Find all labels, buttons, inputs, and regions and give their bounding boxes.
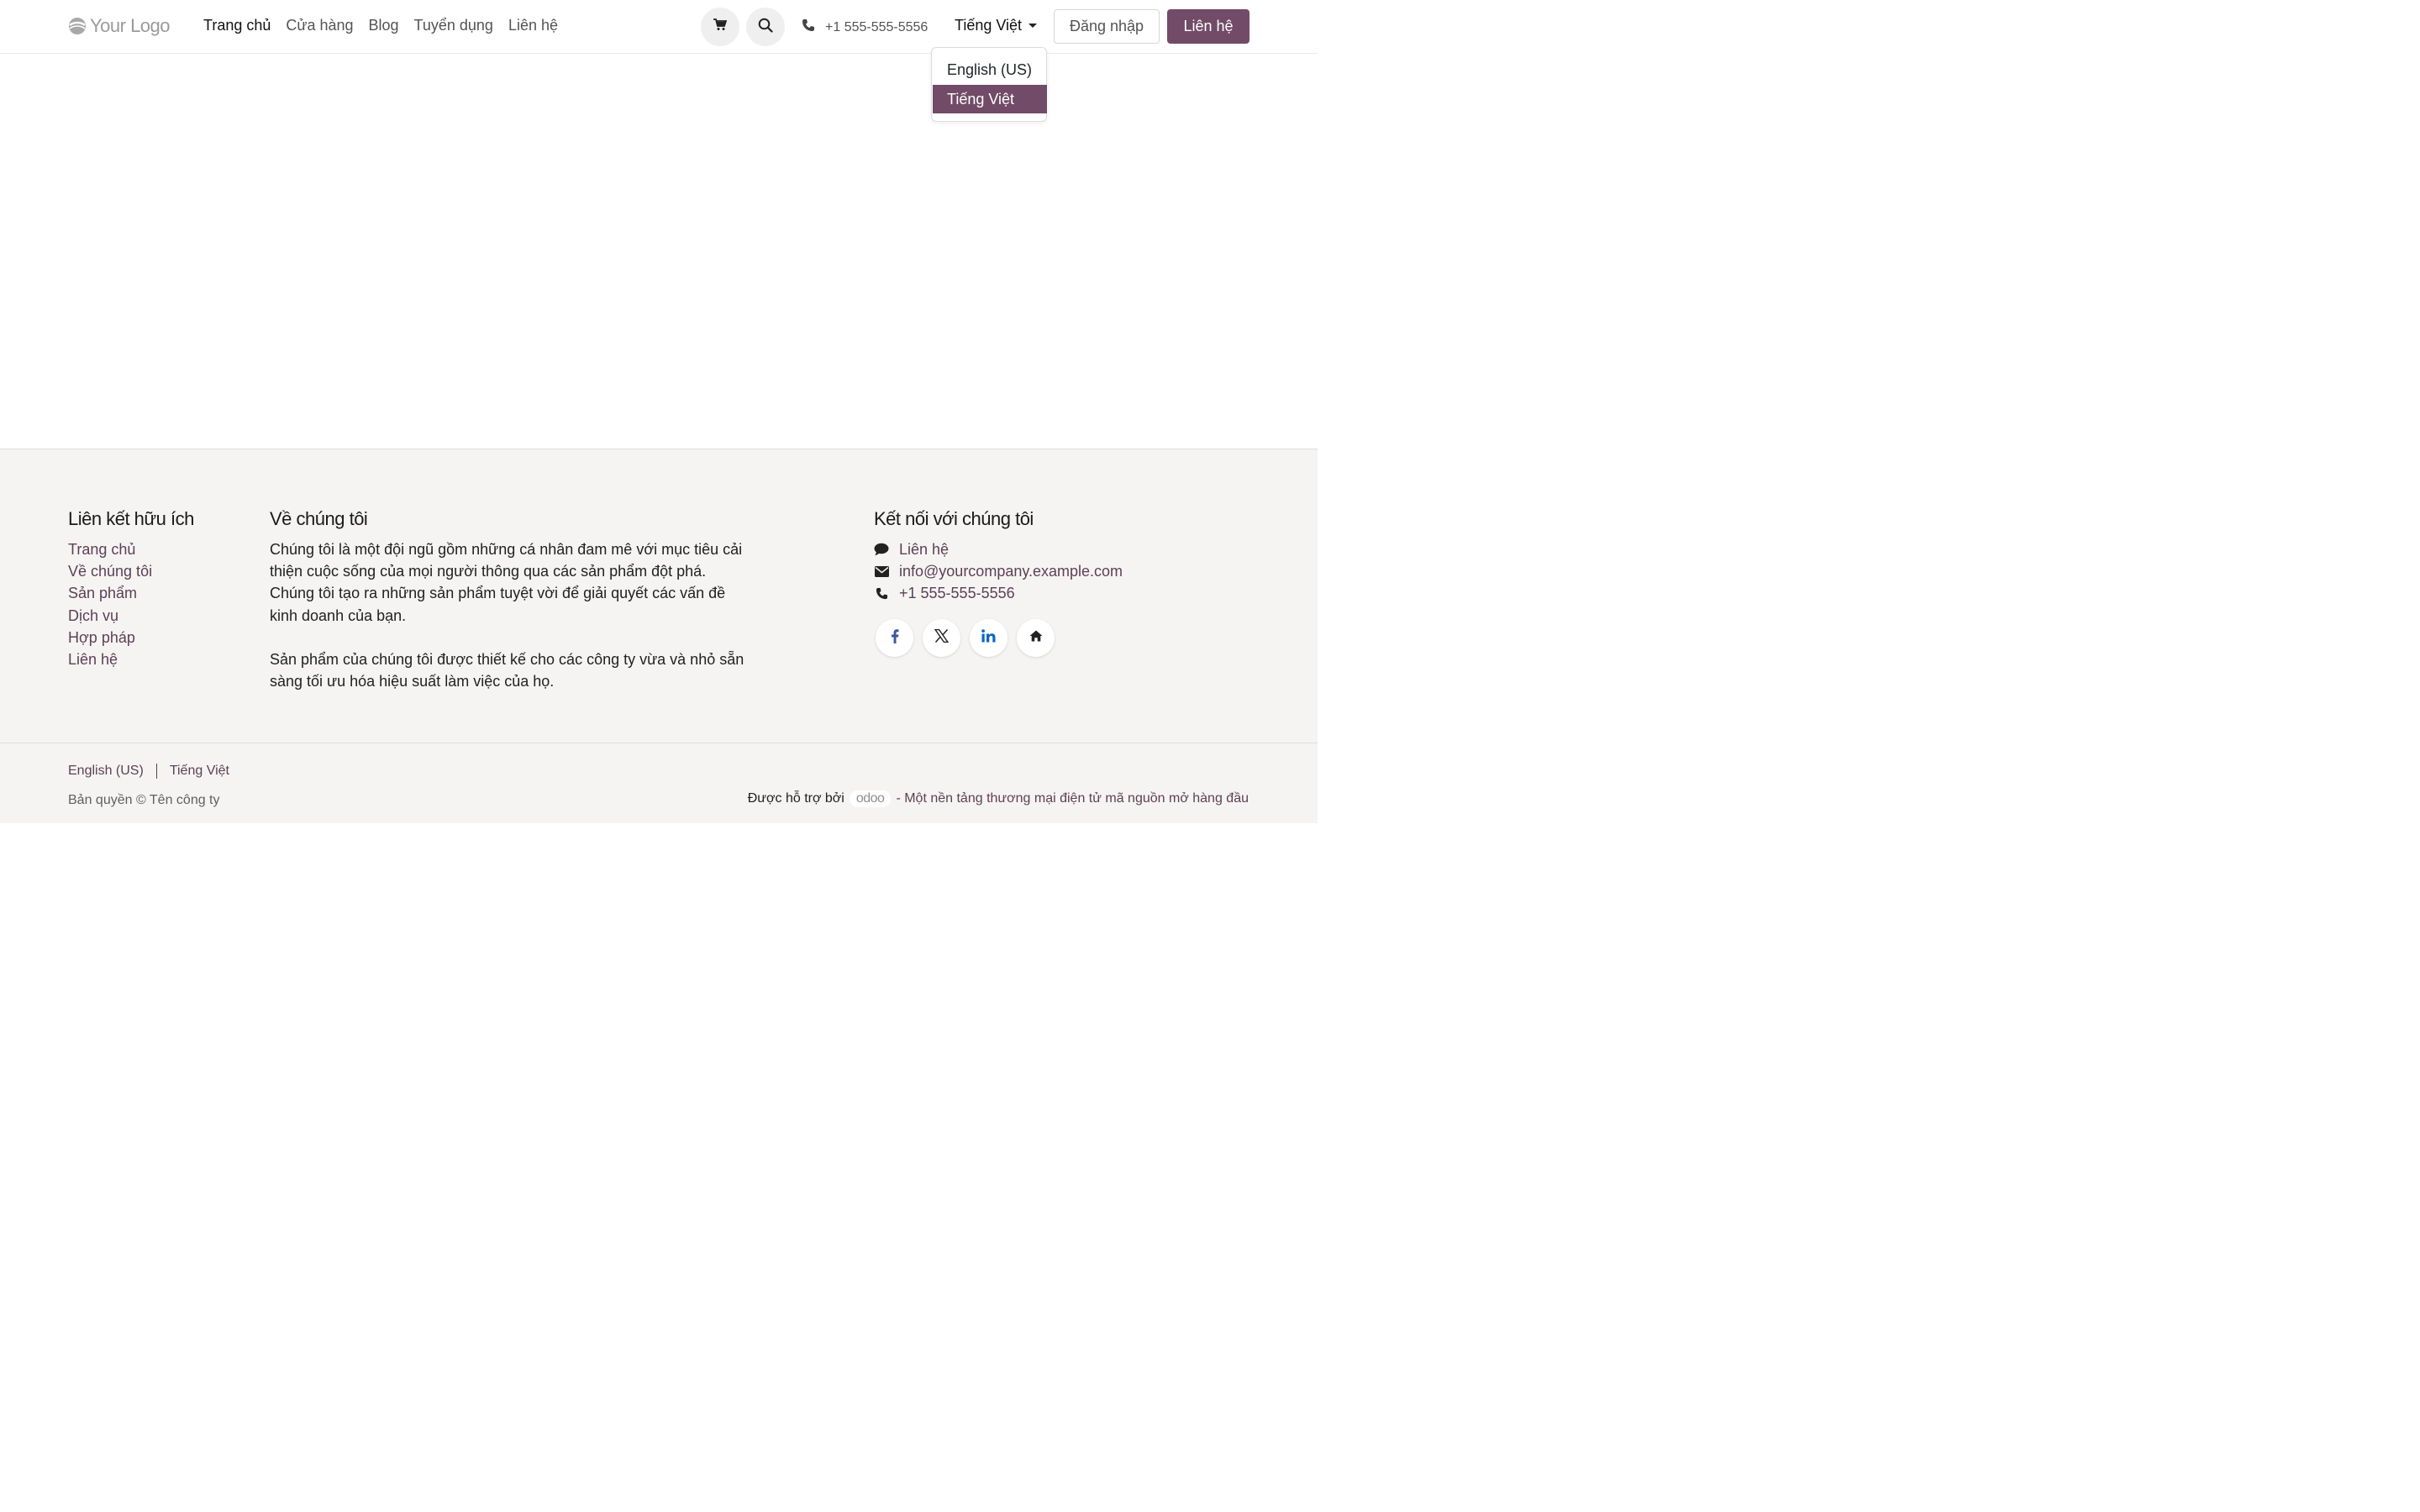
footer-link-home[interactable]: Trang chủ bbox=[68, 538, 152, 560]
connect-contact-link[interactable]: Liên hệ bbox=[874, 538, 1123, 560]
main-nav: Trang chủ Cửa hàng Blog Tuyển dụng Liên … bbox=[203, 17, 558, 34]
x-button[interactable] bbox=[923, 619, 960, 657]
language-dropdown: English (US) Tiếng Việt bbox=[931, 47, 1047, 122]
language-option-vietnamese[interactable]: Tiếng Việt bbox=[933, 85, 1047, 113]
connect-phone: +1 555-555-5556 bbox=[899, 585, 1015, 602]
nav-shop[interactable]: Cửa hàng bbox=[286, 17, 353, 34]
footer-language-list: English (US) Tiếng Việt bbox=[68, 764, 229, 779]
search-icon bbox=[758, 18, 773, 37]
powered-by: Được hỗ trợ bởi odoo - Một nền tảng thươ… bbox=[748, 790, 1249, 807]
logo-text: Your Logo bbox=[90, 15, 171, 36]
envelope-icon bbox=[874, 565, 889, 577]
language-selector[interactable]: Tiếng Việt bbox=[955, 17, 1038, 34]
nav-jobs[interactable]: Tuyển dụng bbox=[414, 17, 493, 34]
linkedin-icon bbox=[981, 629, 996, 647]
about-paragraph-2: Sản phẩm của chúng tôi được thiết kế cho… bbox=[270, 650, 744, 690]
comment-icon bbox=[874, 543, 889, 556]
header-phone-number: +1 555-555-5556 bbox=[825, 19, 929, 34]
language-current: Tiếng Việt bbox=[955, 17, 1023, 34]
nav-home[interactable]: Trang chủ bbox=[203, 17, 271, 34]
connect-contact-label: Liên hệ bbox=[899, 541, 950, 558]
header-phone[interactable]: +1 555-555-5556 bbox=[802, 18, 928, 36]
about-text: Chúng tôi là một đội ngũ gồm những cá nh… bbox=[270, 538, 749, 692]
connect-list: Liên hệ info@yourcompany.example.com +1 … bbox=[874, 538, 1123, 605]
contact-button[interactable]: Liên hệ bbox=[1167, 9, 1249, 44]
useful-links-list: Trang chủ Về chúng tôi Sản phẩm Dịch vụ … bbox=[68, 538, 152, 670]
phone-icon bbox=[802, 18, 815, 36]
footer-language-english[interactable]: English (US) bbox=[68, 764, 144, 779]
home-icon bbox=[1029, 630, 1043, 646]
phone-icon bbox=[874, 587, 889, 600]
cart-icon bbox=[713, 18, 728, 35]
nav-contact[interactable]: Liên hệ bbox=[508, 17, 558, 34]
footer-language-vietnamese[interactable]: Tiếng Việt bbox=[170, 764, 229, 779]
footer-link-contact[interactable]: Liên hệ bbox=[68, 648, 152, 670]
footer-link-about[interactable]: Về chúng tôi bbox=[68, 560, 152, 582]
logo[interactable]: Your Logo bbox=[68, 15, 171, 37]
facebook-icon bbox=[891, 628, 899, 648]
login-button[interactable]: Đăng nhập bbox=[1054, 9, 1160, 44]
social-links bbox=[876, 619, 1055, 657]
site-header: Your Logo Trang chủ Cửa hàng Blog Tuyển … bbox=[0, 0, 1318, 54]
language-divider bbox=[155, 764, 157, 779]
nav-blog[interactable]: Blog bbox=[369, 17, 399, 34]
odoo-logo[interactable]: odoo bbox=[849, 790, 892, 807]
page: Your Logo Trang chủ Cửa hàng Blog Tuyển … bbox=[0, 0, 1318, 823]
connect-email: info@yourcompany.example.com bbox=[899, 563, 1123, 580]
powered-by-label: Được hỗ trợ bởi bbox=[747, 791, 844, 806]
language-option-english[interactable]: English (US) bbox=[933, 55, 1047, 84]
connect-email-link[interactable]: info@yourcompany.example.com bbox=[874, 560, 1123, 582]
about-title: Về chúng tôi bbox=[270, 508, 368, 529]
search-button[interactable] bbox=[746, 8, 785, 46]
powered-by-tagline[interactable]: - Một nền tảng thương mại điện tử mã ngu… bbox=[896, 791, 1249, 806]
cart-button[interactable] bbox=[701, 8, 739, 46]
copyright-text: Bản quyền © Tên công ty bbox=[68, 793, 220, 807]
connect-title: Kết nối với chúng tôi bbox=[874, 508, 1034, 529]
footer-link-products[interactable]: Sản phẩm bbox=[68, 582, 152, 604]
footer-link-services[interactable]: Dịch vụ bbox=[68, 605, 152, 627]
footer-link-legal[interactable]: Hợp pháp bbox=[68, 627, 152, 648]
facebook-button[interactable] bbox=[876, 619, 913, 657]
connect-phone-link[interactable]: +1 555-555-5556 bbox=[874, 582, 1123, 604]
useful-links-title: Liên kết hữu ích bbox=[68, 508, 194, 529]
copyright-bar: English (US) Tiếng Việt Bản quyền © Tên … bbox=[0, 743, 1318, 824]
home-button[interactable] bbox=[1017, 619, 1055, 657]
linkedin-button[interactable] bbox=[970, 619, 1007, 657]
x-icon bbox=[934, 628, 950, 647]
about-paragraph-1: Chúng tôi là một đội ngũ gồm những cá nh… bbox=[270, 541, 743, 624]
site-footer: Liên kết hữu ích Trang chủ Về chúng tôi … bbox=[0, 449, 1318, 823]
logo-icon bbox=[68, 17, 87, 35]
chevron-down-icon bbox=[1028, 24, 1038, 28]
